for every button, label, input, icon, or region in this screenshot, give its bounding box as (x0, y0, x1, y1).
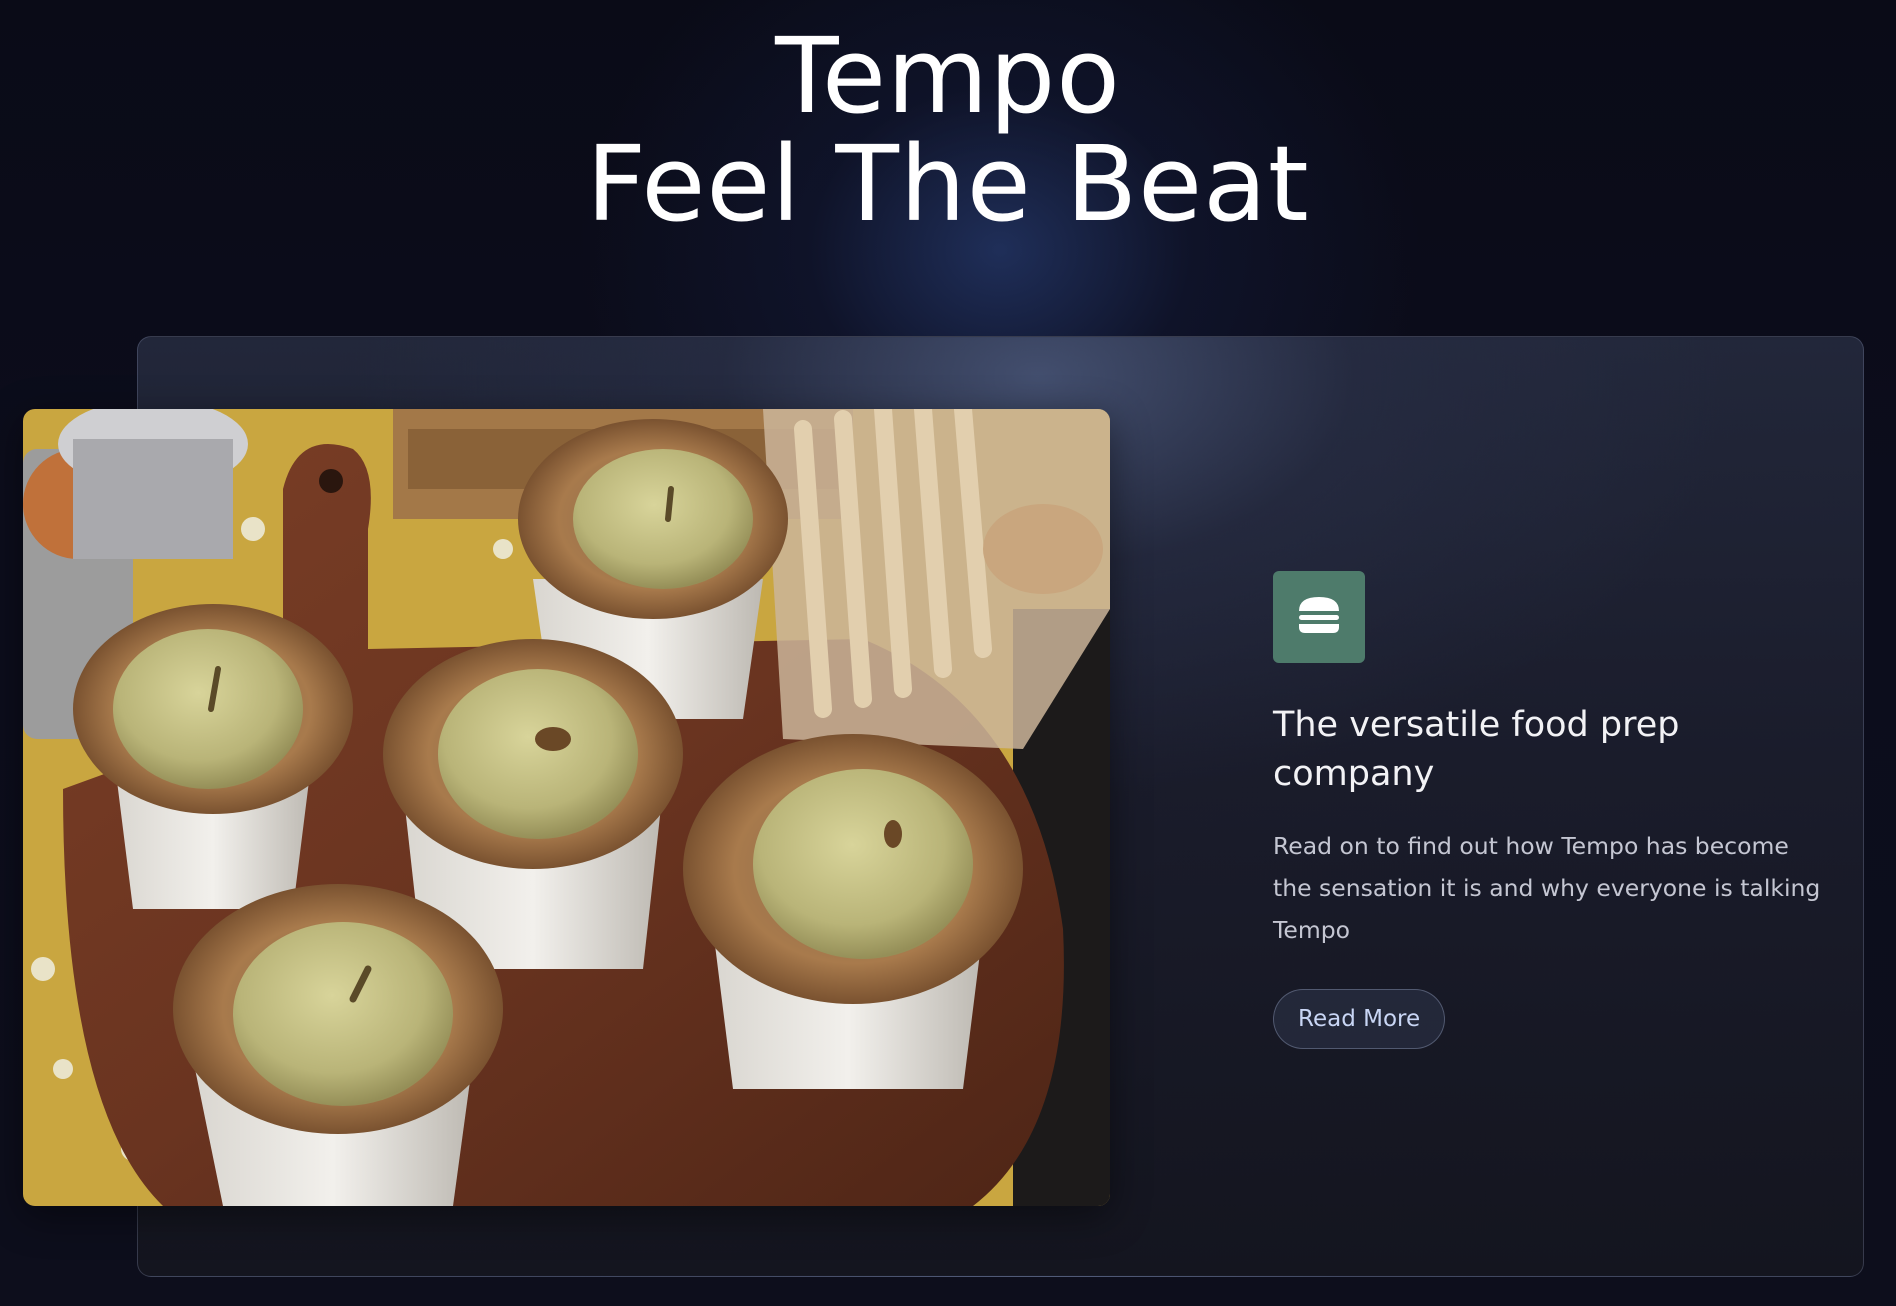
page: Tempo Feel The Beat The versatile food p… (0, 0, 1896, 1306)
feature-image (23, 409, 1110, 1206)
burger-icon (1297, 595, 1341, 639)
hero-heading: Tempo Feel The Beat (0, 22, 1896, 238)
feature-content: The versatile food prep company Read on … (1273, 571, 1833, 1049)
feature-title: The versatile food prep company (1273, 705, 1680, 794)
hero-tagline: Feel The Beat (586, 123, 1310, 245)
read-more-button[interactable]: Read More (1273, 989, 1446, 1049)
food-icon-tile (1273, 571, 1365, 663)
feature-description: Read on to find out how Tempo has become… (1273, 832, 1821, 944)
hero-title: Tempo (775, 15, 1121, 137)
